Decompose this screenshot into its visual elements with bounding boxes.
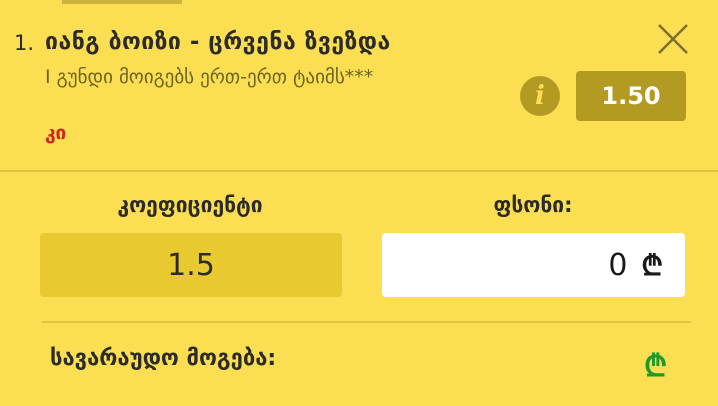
info-icon[interactable]: i [520, 76, 560, 116]
selection-label: კი [45, 122, 67, 144]
market-name: I გუნდი მოიგებს ერთ-ერთ ტაიმს*** [45, 66, 374, 88]
divider [42, 321, 691, 323]
match-title: იანგ ბოიზი - ცრვენა ზვეზდა [45, 29, 391, 55]
stake-label: ფსონი: [493, 193, 573, 217]
info-icon-glyph: i [535, 81, 545, 111]
lari-currency-icon: ₾ [641, 249, 663, 282]
close-icon[interactable] [654, 20, 692, 58]
bet-slip-item: 1. იანგ ბოიზი - ცრვენა ზვეზდა I გუნდი მო… [0, 0, 718, 172]
stake-input[interactable]: 0 ₾ [382, 233, 685, 297]
odds-badge: 1.50 [576, 71, 686, 121]
bet-index: 1. [14, 31, 35, 55]
potential-win-label: სავარაუდო მოგება: [50, 346, 277, 371]
potential-win-currency-icon: ₾ [644, 349, 668, 384]
coefficient-label: კოეფიციენტი [117, 193, 263, 217]
coefficient-value: 1.5 [40, 233, 342, 297]
stake-value: 0 [608, 247, 628, 283]
